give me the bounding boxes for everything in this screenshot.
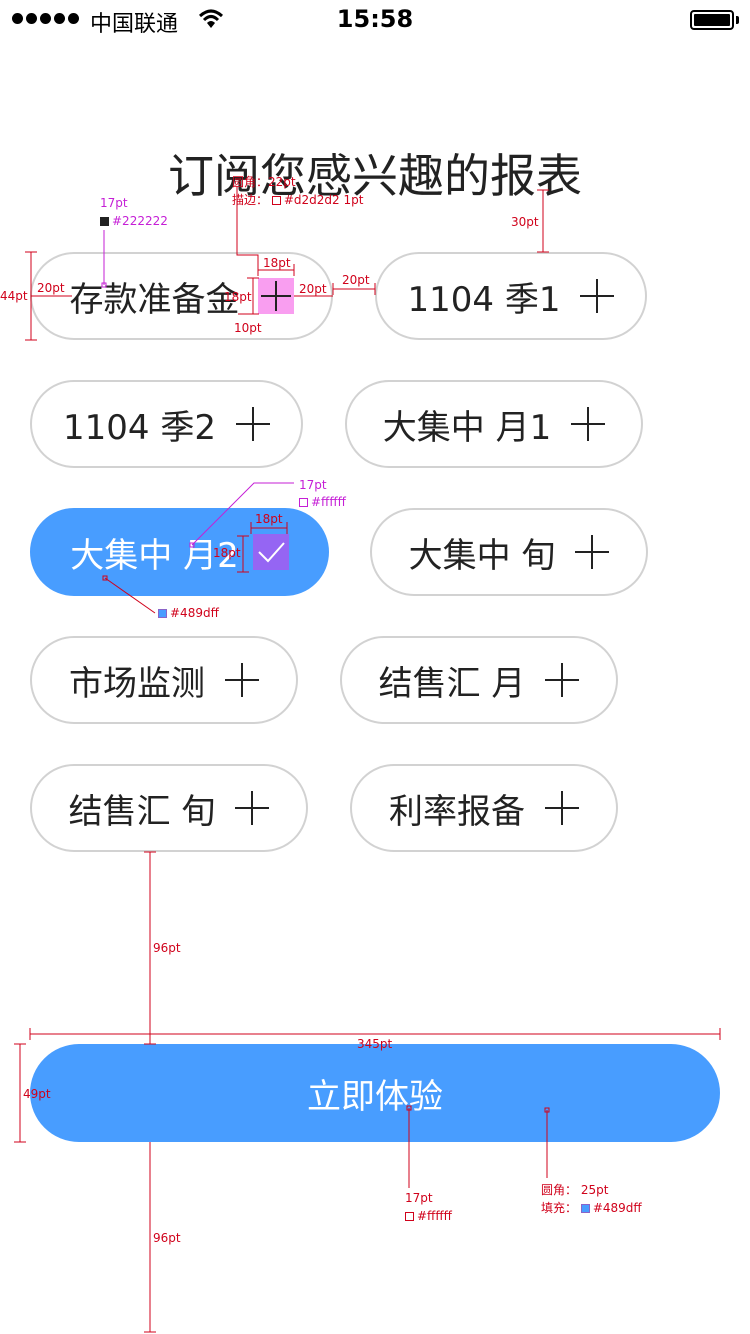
annotation-gap-below-cta: 96pt [153,1231,181,1245]
annotation-cta-fill-label: 填充： [541,1201,578,1215]
annotation-icon-margin: 10pt [234,321,262,335]
chip-fx-xun[interactable]: 结售汇 旬 [30,764,308,852]
chip-label: 市场监测 [69,663,205,704]
annotation-light-color-value: #ffffff [311,495,346,509]
battery-icon [690,10,734,30]
chip-label: 存款准备金 [69,279,240,320]
chip-label: 大集中 旬 [408,535,556,576]
annotation-check-height: 18pt [213,546,241,560]
plus-icon[interactable] [571,407,606,441]
annotation-icon-height: 18pt [224,290,252,304]
plus-icon[interactable] [545,791,579,825]
annotation-text-color: #222222 [100,214,168,228]
chip-1104-q2[interactable]: 1104 季2 [30,380,303,468]
annotation-cta-radius: 圆角： 25pt [541,1183,609,1197]
annotation-check-width: 18pt [255,512,283,526]
annotation-chip-gap: 20pt [342,273,370,287]
plus-icon[interactable] [225,663,259,697]
annotation-cta-height: 49pt [23,1087,51,1101]
annotation-radius: 圆角：22pt [232,175,296,189]
annotation-font-size: 17pt [100,196,128,210]
annotation-selected-color: #489dff [158,606,219,620]
chip-fx-month[interactable]: 结售汇 月 [340,636,618,724]
chip-centralized-m1[interactable]: 大集中 月1 [345,380,643,468]
annotation-cta-width: 345pt [357,1037,393,1051]
chip-centralized-xun[interactable]: 大集中 旬 [370,508,648,596]
chip-centralized-m2[interactable]: 大集中 月2 [30,508,329,596]
annotation-cta-fill: 填充： #489dff [541,1199,642,1216]
annotation-text-color-value: #222222 [112,214,168,228]
chip-rate-filing[interactable]: 利率报备 [350,764,618,852]
chip-label: 大集中 月1 [382,407,552,448]
status-bar: 中国联通 15:58 [0,0,750,40]
plus-icon[interactable] [580,279,615,313]
annotation-icon-gap: 20pt [299,282,327,296]
annotation-stroke-spec: #d2d2d2 1pt [283,193,364,207]
annotation-title-gap: 30pt [511,215,539,229]
annotation-selected-color-value: #489dff [170,606,219,620]
chip-label: 结售汇 月 [378,663,526,704]
annotation-cta-fill-color: #489dff [592,1201,642,1215]
checkmark-icon[interactable] [252,534,289,570]
chip-label: 结售汇 旬 [68,791,216,832]
annotation-left-padding: 20pt [37,281,65,295]
plus-icon[interactable] [235,407,270,441]
annotation-light-color: #ffffff [299,495,346,509]
chip-market-monitor[interactable]: 市场监测 [30,636,298,724]
annotation-stroke: 描边： #d2d2d2 1pt [232,191,363,208]
plus-icon[interactable] [575,535,610,569]
annotation-stroke-label: 描边： [232,193,269,207]
chip-1104-q1[interactable]: 1104 季1 [375,252,647,340]
annotation-gap-above-cta: 96pt [153,941,181,955]
annotation-cta-font-color: #ffffff [405,1209,452,1223]
annotation-chip-height: 44pt [0,289,28,303]
battery-tip [736,16,739,24]
start-experience-button[interactable]: 立即体验 [30,1044,720,1142]
chip-label: 1104 季2 [63,407,216,448]
annotation-light-font-size: 17pt [299,478,327,492]
chip-label: 1104 季1 [407,279,561,320]
plus-icon[interactable] [257,278,294,314]
annotation-icon-width: 18pt [263,256,291,270]
plus-icon[interactable] [545,663,580,697]
plus-icon[interactable] [235,791,270,825]
annotation-cta-font-color-value: #ffffff [417,1209,452,1223]
clock: 15:58 [336,5,414,33]
chip-label: 利率报备 [389,791,525,832]
annotation-cta-font-size: 17pt [405,1191,433,1205]
